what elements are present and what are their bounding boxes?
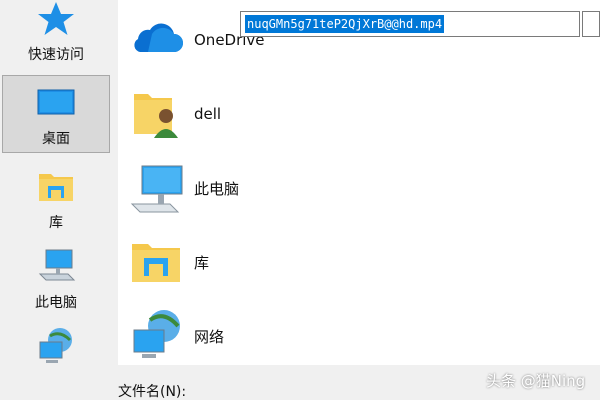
item-name: 库 [194, 253, 210, 272]
item-name: dell [194, 105, 222, 123]
filename-dropdown-button[interactable] [582, 11, 600, 37]
file-list: OneDrive dell 此电脑 库 网络 [118, 0, 600, 365]
list-item-network[interactable]: 网络 [118, 299, 600, 373]
sidebar-item-desktop[interactable]: 桌面 [2, 75, 110, 153]
sidebar-item-label: 快速访问 [28, 47, 84, 63]
item-name: 此电脑 [194, 179, 240, 198]
onedrive-cloud-icon [126, 10, 186, 70]
sidebar-item-label: 库 [49, 215, 63, 231]
sidebar-item-label: 此电脑 [35, 295, 77, 311]
filename-input[interactable]: nuqGMn5g71teP2QjXrB@@hd.mp4 [240, 11, 580, 37]
library-folder-icon [126, 232, 186, 292]
filename-label: 文件名(N): [118, 384, 187, 400]
list-item-this-pc[interactable]: 此电脑 [118, 151, 600, 225]
item-name: 网络 [194, 327, 225, 346]
computer-icon [32, 244, 80, 288]
library-folder-icon [32, 164, 80, 208]
sidebar-item-this-pc[interactable]: 此电脑 [0, 240, 112, 318]
computer-icon [126, 158, 186, 218]
places-sidebar: 快速访问 桌面 库 此电脑 [0, 0, 112, 400]
network-icon [126, 306, 186, 366]
list-item-dell[interactable]: dell [118, 77, 600, 151]
desktop-icon [32, 80, 80, 124]
network-icon [32, 324, 80, 368]
user-folder-icon [126, 84, 186, 144]
star-icon [32, 0, 80, 40]
watermark-text: 头条 @猫Ning [486, 372, 586, 390]
sidebar-item-library[interactable]: 库 [0, 160, 112, 238]
filename-value: nuqGMn5g71teP2QjXrB@@hd.mp4 [245, 15, 445, 33]
list-item-library[interactable]: 库 [118, 225, 600, 299]
sidebar-item-label: 桌面 [42, 131, 70, 147]
sidebar-item-quick-access[interactable]: 快速访问 [0, 0, 112, 70]
